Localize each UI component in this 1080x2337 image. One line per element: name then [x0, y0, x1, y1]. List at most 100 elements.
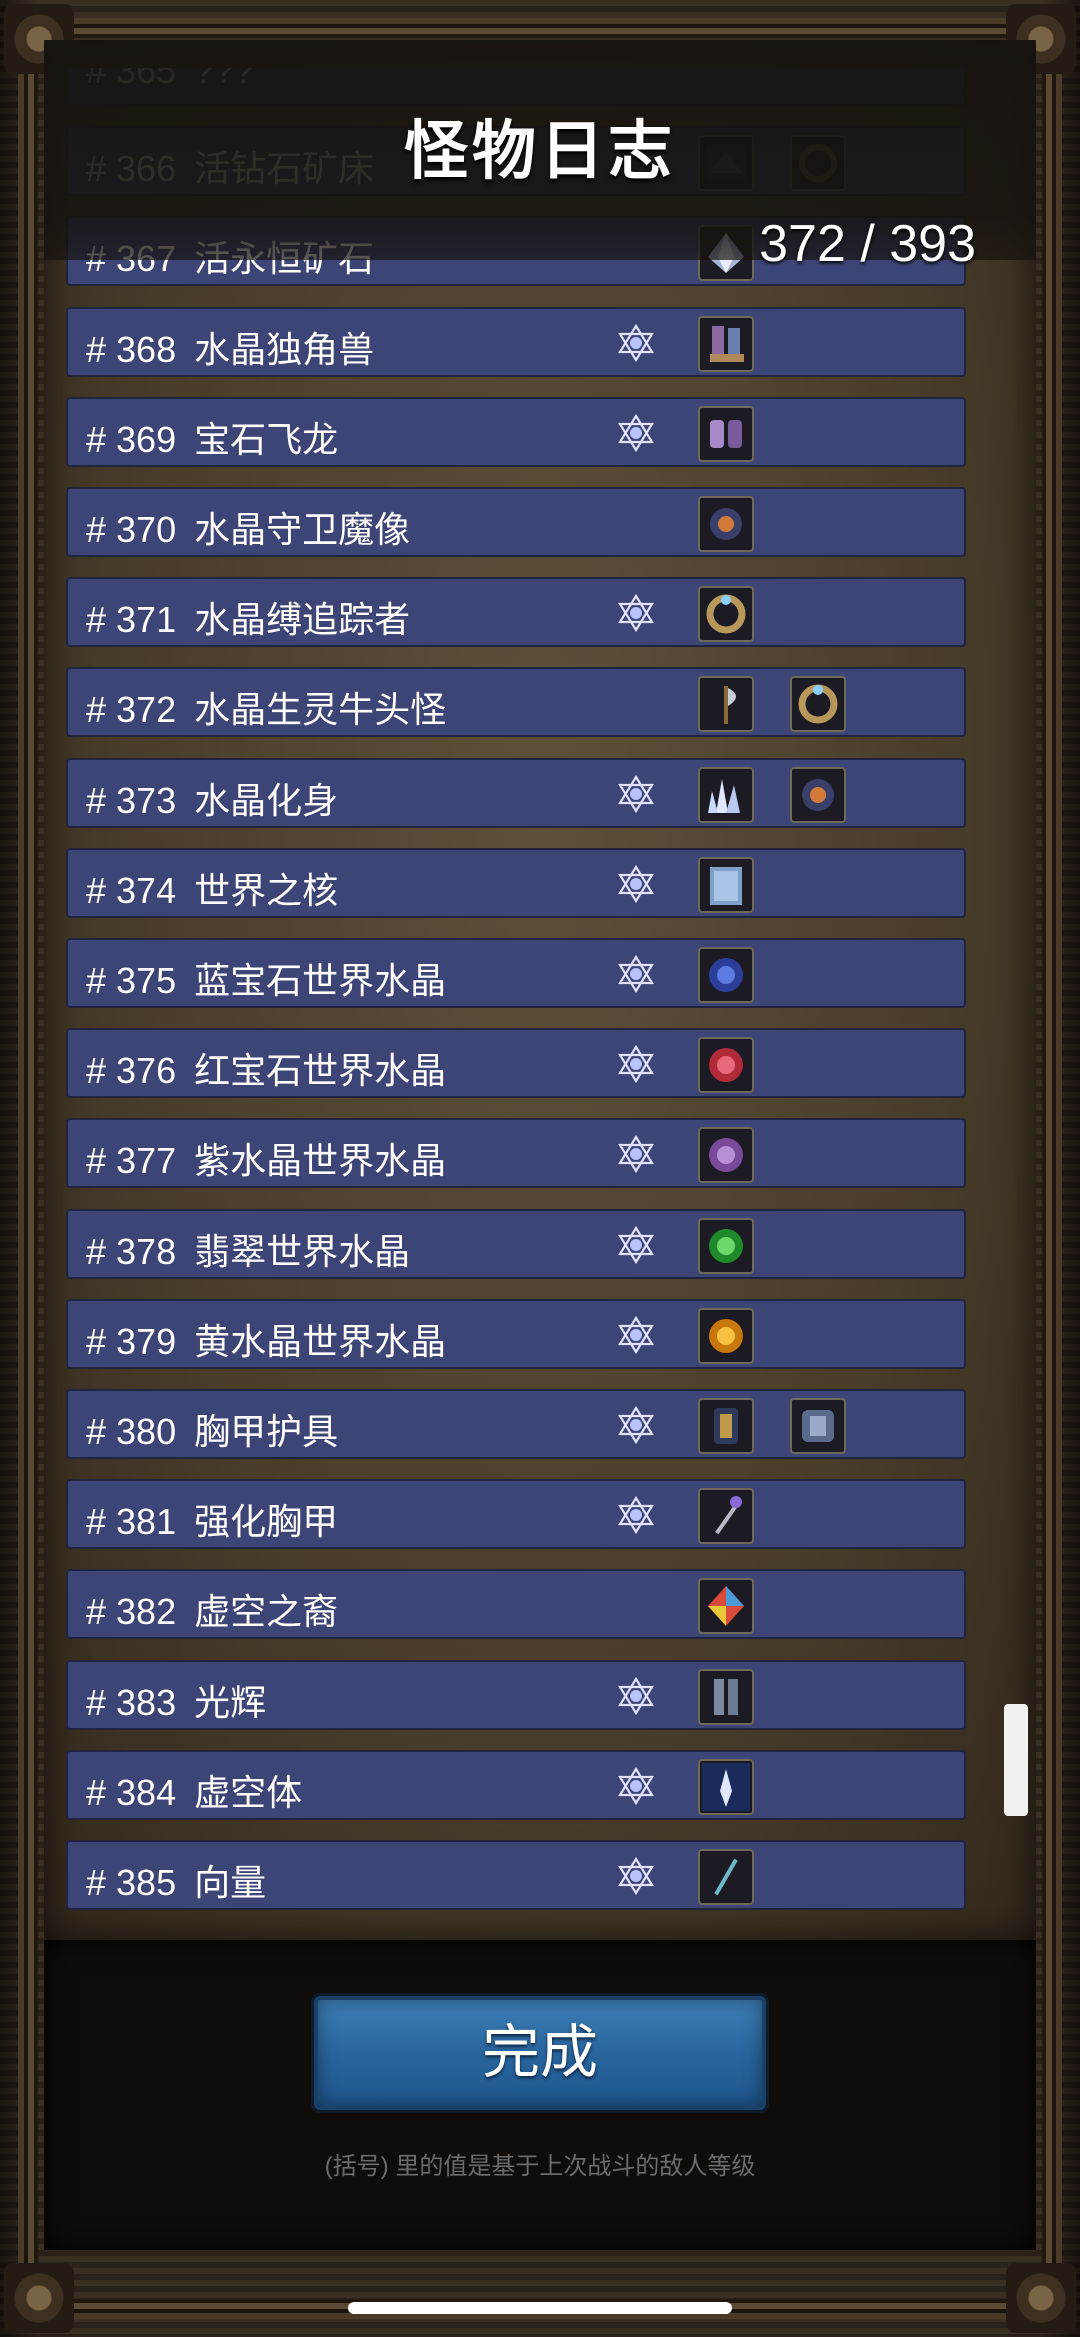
- monster-name: # 368 水晶独角兽: [86, 321, 374, 373]
- tome-icon[interactable]: [698, 856, 754, 913]
- prism-icon[interactable]: [698, 1578, 754, 1635]
- monster-name: # 375 蓝宝石世界水晶: [86, 952, 446, 1004]
- page-title: 怪物日志: [404, 115, 676, 187]
- monster-row[interactable]: # 376 红宝石世界水晶: [66, 1028, 966, 1099]
- monster-row[interactable]: # 373 水晶化身: [66, 757, 966, 828]
- monster-title: 光辉: [194, 1681, 267, 1723]
- crystal-gem-icon: [616, 1315, 656, 1355]
- glow-crystal-icon[interactable]: [698, 1758, 754, 1815]
- leggings-icon[interactable]: [698, 1668, 754, 1725]
- monster-title: 红宝石世界水晶: [194, 1050, 447, 1092]
- amulet-icon[interactable]: [698, 496, 754, 552]
- scepter-icon[interactable]: [698, 1488, 754, 1545]
- crystal-cluster-icon[interactable]: [698, 766, 754, 823]
- monster-row[interactable]: # 372 水晶生灵牛头怪: [66, 667, 966, 738]
- monster-name: # 373 水晶化身: [86, 772, 338, 824]
- chest-armor-icon[interactable]: [790, 1398, 846, 1454]
- crystal-gem-icon: [616, 593, 656, 633]
- monster-row[interactable]: # 381 强化胸甲: [66, 1479, 966, 1550]
- monster-name: # 382 虚空之裔: [86, 1583, 338, 1635]
- monster-number: # 385: [86, 1862, 177, 1903]
- sword-icon[interactable]: [698, 1849, 754, 1905]
- monster-name: # 372 水晶生灵牛头怪: [86, 681, 446, 733]
- monster-number: # 374: [86, 869, 177, 911]
- scrollbar-thumb[interactable]: [1004, 1704, 1028, 1816]
- monster-name: # 369 宝石飞龙: [86, 411, 338, 463]
- topaz-icon[interactable]: [698, 1307, 754, 1364]
- monster-name: # 377 紫水晶世界水晶: [86, 1132, 446, 1184]
- monster-title: 水晶守卫魔像: [194, 509, 411, 550]
- ruby-icon[interactable]: [698, 1037, 754, 1094]
- amethyst-icon[interactable]: [698, 1127, 754, 1184]
- crystal-gem-icon: [616, 1856, 656, 1896]
- monster-title: 虚空之裔: [194, 1591, 339, 1633]
- gloves-icon[interactable]: [698, 405, 754, 462]
- monster-title: 虚空体: [194, 1771, 303, 1813]
- ring-icon[interactable]: [698, 586, 754, 643]
- monster-row[interactable]: # 384 虚空体: [66, 1749, 966, 1820]
- monster-name: # 385 向量: [86, 1854, 266, 1906]
- monster-title: 紫水晶世界水晶: [194, 1140, 447, 1182]
- monster-name: # 376 红宝石世界水晶: [86, 1042, 446, 1094]
- monster-row[interactable]: # 375 蓝宝石世界水晶: [66, 938, 966, 1008]
- monster-number: # 380: [86, 1411, 177, 1452]
- monster-number: # 384: [86, 1771, 177, 1813]
- monster-number: # 379: [86, 1320, 177, 1362]
- monster-row[interactable]: # 370 水晶守卫魔像: [66, 487, 966, 557]
- ring-icon[interactable]: [790, 676, 846, 733]
- monster-title: 水晶独角兽: [194, 328, 375, 370]
- monster-title: 翡翠世界水晶: [194, 1230, 411, 1272]
- monster-title: 水晶生灵牛头怪: [194, 689, 447, 731]
- monster-row[interactable]: # 383 光辉: [66, 1659, 966, 1730]
- monster-list[interactable]: # 365???# 366活钻石矿床# 367活永恒矿石# 368水晶独角兽# …: [66, 68, 966, 1938]
- armor-icon[interactable]: [698, 1398, 754, 1454]
- crystal-gem-icon: [616, 774, 656, 814]
- monster-title: 宝石飞龙: [194, 418, 339, 460]
- monster-row[interactable]: # 371 水晶缚追踪者: [66, 577, 966, 648]
- monster-row[interactable]: # 385 向量: [66, 1840, 966, 1910]
- crystal-gem-icon: [616, 413, 656, 453]
- monster-row[interactable]: # 369 宝石飞龙: [66, 396, 966, 467]
- level-hint-text: (括号) 里的值是基于上次战斗的敌人等级: [324, 2153, 756, 2180]
- monster-title: 水晶缚追踪者: [194, 599, 411, 641]
- done-button[interactable]: 完成: [314, 1996, 766, 2110]
- monster-row[interactable]: # 374 世界之核: [66, 847, 966, 918]
- axe-icon[interactable]: [698, 676, 754, 733]
- monster-row[interactable]: # 368 水晶独角兽: [66, 306, 966, 377]
- monster-number: # 372: [86, 689, 177, 731]
- header-bar: 怪物日志 372 / 393: [44, 40, 1036, 273]
- crystal-gem-icon: [616, 1405, 656, 1445]
- monster-number: # 381: [86, 1501, 177, 1543]
- monster-title: 强化胸甲: [194, 1501, 339, 1543]
- monster-number: # 383: [86, 1681, 177, 1723]
- monster-row[interactable]: # 380 胸甲护具: [66, 1389, 966, 1459]
- amulet-icon[interactable]: [790, 766, 846, 823]
- monster-title: 水晶化身: [194, 779, 339, 821]
- crystal-gem-icon: [616, 1676, 656, 1716]
- frame-corner: [1006, 2263, 1076, 2333]
- monster-row[interactable]: # 379 黄水晶世界水晶: [66, 1298, 966, 1369]
- monster-title: 黄水晶世界水晶: [194, 1320, 447, 1362]
- boots-icon[interactable]: [698, 315, 754, 372]
- emerald-icon[interactable]: [698, 1217, 754, 1274]
- sapphire-icon[interactable]: [698, 947, 754, 1003]
- crystal-gem-icon: [616, 1134, 656, 1174]
- monster-row[interactable]: # 378 翡翠世界水晶: [66, 1208, 966, 1279]
- monster-number: # 378: [86, 1230, 177, 1272]
- monster-number: # 376: [86, 1050, 177, 1092]
- monster-row[interactable]: # 382 虚空之裔: [66, 1569, 966, 1640]
- monster-number: # 369: [86, 418, 177, 460]
- crystal-gem-icon: [616, 1766, 656, 1806]
- monster-title: 胸甲护具: [194, 1411, 339, 1452]
- crystal-gem-icon: [616, 864, 656, 904]
- monster-number: # 371: [86, 599, 177, 641]
- monster-title: 向量: [194, 1862, 267, 1903]
- monster-row[interactable]: # 377 紫水晶世界水晶: [66, 1118, 966, 1189]
- monster-name: # 380 胸甲护具: [86, 1403, 338, 1455]
- monster-name: # 374 世界之核: [86, 862, 338, 914]
- home-indicator: [348, 2302, 732, 2314]
- monster-number: # 382: [86, 1591, 177, 1633]
- monster-number: # 368: [86, 328, 177, 370]
- crystal-gem-icon: [616, 1044, 656, 1084]
- monster-name: # 383 光辉: [86, 1674, 266, 1726]
